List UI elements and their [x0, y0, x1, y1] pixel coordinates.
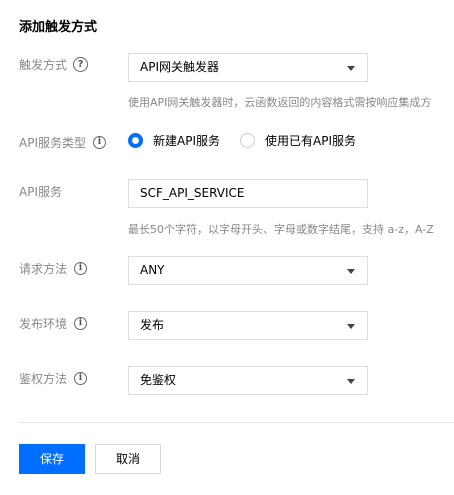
- publish-env-select[interactable]: 发布: [128, 311, 368, 340]
- request-method-label: 请求方法 i: [19, 260, 88, 277]
- radio-new-api-service[interactable]: 新建API服务: [128, 132, 220, 149]
- auth-method-select-value: 免鉴权: [140, 373, 177, 387]
- trigger-label: 触发方式 ?: [19, 56, 89, 73]
- caret-down-icon: [347, 324, 355, 329]
- api-service-input-value: SCF_API_SERVICE: [140, 186, 245, 200]
- dialog-title: 添加触发方式: [19, 20, 98, 35]
- request-method-select-value: ANY: [140, 263, 165, 277]
- api-service-type-label-text: API服务类型: [19, 136, 86, 150]
- info-circle-icon[interactable]: i: [74, 372, 88, 385]
- caret-down-icon: [347, 66, 355, 71]
- auth-method-select[interactable]: 免鉴权: [128, 366, 368, 395]
- publish-env-label: 发布环境 i: [19, 315, 88, 332]
- api-service-type-label: API服务类型 i: [19, 134, 106, 151]
- cancel-button[interactable]: 取消: [95, 444, 161, 474]
- save-button[interactable]: 保存: [19, 444, 85, 474]
- api-service-label-text: API服务: [19, 185, 62, 199]
- publish-env-label-text: 发布环境: [19, 317, 68, 331]
- trigger-label-text: 触发方式: [19, 58, 68, 72]
- api-service-input[interactable]: SCF_API_SERVICE: [128, 179, 368, 208]
- radio-existing-api-service[interactable]: 使用已有API服务: [240, 132, 356, 149]
- question-circle-icon[interactable]: ?: [73, 57, 89, 72]
- auth-method-label: 鉴权方法 i: [19, 370, 88, 387]
- trigger-select-value: API网关触发器: [140, 60, 219, 74]
- info-circle-icon[interactable]: i: [74, 262, 88, 275]
- caret-down-icon: [347, 269, 355, 274]
- radio-new-api-service-label[interactable]: 新建API服务: [153, 132, 220, 149]
- footer-divider: [19, 422, 454, 423]
- trigger-select[interactable]: API网关触发器: [128, 53, 368, 82]
- api-service-type-radio-group: 新建API服务 使用已有API服务: [128, 132, 376, 149]
- api-service-hint: 最长50个字符，以字母开头、字母或数字结尾，支持 a-z，A-Z: [128, 223, 434, 236]
- radio-unchecked-icon[interactable]: [240, 133, 255, 148]
- auth-method-label-text: 鉴权方法: [19, 372, 68, 386]
- request-method-select[interactable]: ANY: [128, 256, 368, 285]
- publish-env-select-value: 发布: [140, 318, 165, 332]
- radio-existing-api-service-label[interactable]: 使用已有API服务: [265, 132, 356, 149]
- trigger-hint: 使用API网关触发器时，云函数返回的内容格式需按响应集成方: [128, 96, 432, 109]
- request-method-label-text: 请求方法: [19, 262, 68, 276]
- api-service-label: API服务: [19, 183, 62, 200]
- caret-down-icon: [347, 379, 355, 384]
- info-circle-icon[interactable]: i: [93, 136, 106, 149]
- radio-checked-icon[interactable]: [128, 133, 143, 148]
- info-circle-icon[interactable]: i: [74, 317, 88, 330]
